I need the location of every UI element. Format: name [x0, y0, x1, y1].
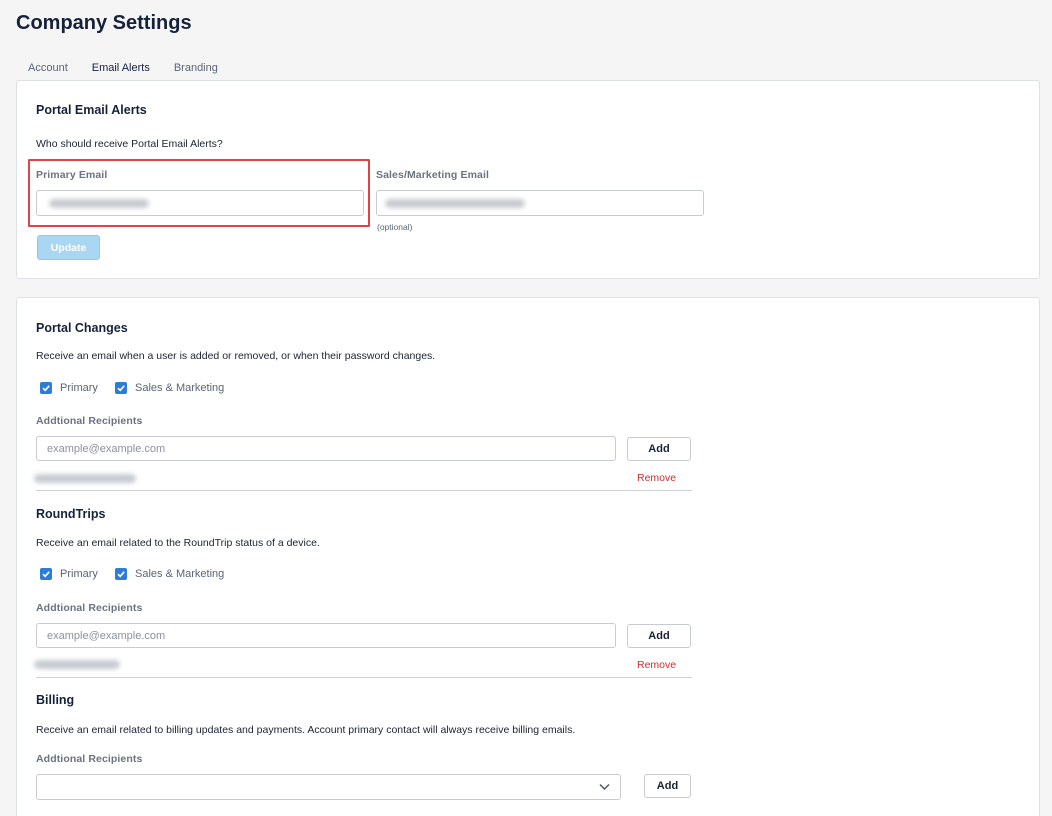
chevron-down-icon	[599, 784, 610, 790]
portal-changes-add-button[interactable]: Add	[627, 437, 691, 461]
redacted-email	[385, 199, 525, 208]
billing-recipients-label: Addtional Recipients	[36, 753, 143, 765]
divider	[36, 490, 692, 491]
recipients-question: Who should receive Portal Email Alerts?	[36, 138, 223, 150]
roundtrips-description: Receive an email related to the RoundTri…	[36, 537, 320, 549]
redacted-recipient	[34, 660, 120, 669]
portal-email-alerts-card: Portal Email Alerts Who should receive P…	[16, 80, 1040, 279]
update-button[interactable]: Update	[37, 235, 100, 260]
billing-recipient-select[interactable]	[36, 774, 621, 800]
roundtrips-recipients-label: Addtional Recipients	[36, 602, 143, 614]
portal-email-alerts-heading: Portal Email Alerts	[36, 103, 147, 117]
portal-changes-remove-link[interactable]: Remove	[637, 472, 676, 484]
portal-changes-recipients-label: Addtional Recipients	[36, 415, 143, 427]
check-icon	[42, 571, 50, 578]
tab-branding[interactable]: Branding	[162, 58, 230, 82]
portal-changes-primary-label: Primary	[60, 382, 98, 394]
alert-categories-card: Portal Changes Receive an email when a u…	[16, 297, 1040, 816]
portal-changes-description: Receive an email when a user is added or…	[36, 350, 436, 362]
check-icon	[117, 385, 125, 392]
page-title: Company Settings	[16, 12, 192, 34]
portal-changes-heading: Portal Changes	[36, 321, 128, 335]
roundtrips-remove-link[interactable]: Remove	[637, 659, 676, 671]
roundtrips-heading: RoundTrips	[36, 507, 106, 521]
roundtrips-sales-checkbox[interactable]	[115, 568, 127, 580]
roundtrips-add-button[interactable]: Add	[627, 624, 691, 648]
divider	[36, 677, 692, 678]
tab-email-alerts[interactable]: Email Alerts	[79, 58, 162, 82]
roundtrips-recipient-input[interactable]	[36, 623, 616, 648]
tab-account[interactable]: Account	[16, 58, 80, 82]
billing-description: Receive an email related to billing upda…	[36, 724, 576, 736]
optional-note: (optional)	[377, 222, 413, 232]
check-icon	[117, 571, 125, 578]
sales-email-label: Sales/Marketing Email	[376, 169, 489, 181]
sales-email-field[interactable]	[376, 190, 704, 216]
redacted-recipient	[34, 474, 136, 483]
portal-changes-sales-label: Sales & Marketing	[135, 382, 225, 394]
billing-heading: Billing	[36, 693, 75, 707]
portal-changes-recipient-input[interactable]	[36, 436, 616, 461]
roundtrips-primary-label: Primary	[60, 568, 98, 580]
portal-changes-primary-checkbox[interactable]	[40, 382, 52, 394]
portal-changes-sales-checkbox[interactable]	[115, 382, 127, 394]
highlight-box	[28, 159, 370, 227]
tab-bar: Account Email Alerts Branding	[16, 58, 230, 82]
check-icon	[42, 385, 50, 392]
roundtrips-primary-checkbox[interactable]	[40, 568, 52, 580]
roundtrips-sales-label: Sales & Marketing	[135, 568, 225, 580]
billing-add-button[interactable]: Add	[644, 774, 691, 798]
